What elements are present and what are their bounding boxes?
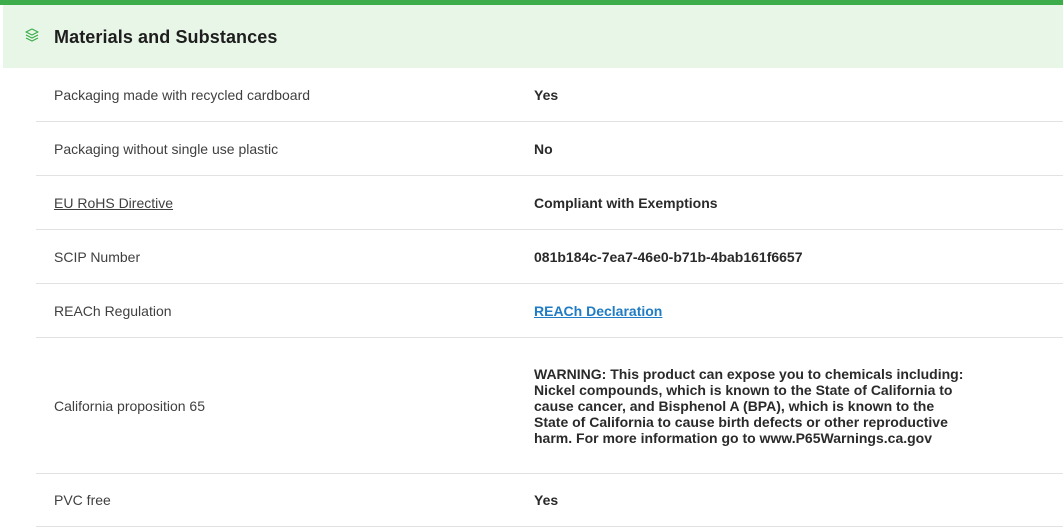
scip-number-value: 081b184c-7ea7-46e0-b71b-4bab161f6657: [534, 248, 803, 265]
row-label: PVC free: [54, 492, 111, 508]
row-value: Yes: [534, 492, 559, 508]
section-header[interactable]: Materials and Substances: [3, 5, 1063, 68]
row-label: Packaging without single use plastic: [54, 140, 279, 157]
materials-substances-panel: Materials and Substances Packaging made …: [0, 0, 1063, 529]
table-row: California proposition 65 WARNING: This …: [36, 338, 1063, 474]
row-value: No: [534, 140, 553, 157]
section-title: Materials and Substances: [54, 27, 278, 47]
row-label: REACh Regulation: [54, 302, 172, 319]
prop65-warning-text: WARNING: This product can expose you to …: [534, 365, 964, 446]
row-value: Compliant with Exemptions: [534, 194, 718, 211]
reach-declaration-link[interactable]: REACh Declaration: [534, 303, 662, 319]
layers-leaf-icon: [25, 28, 39, 42]
table-row: Packaging without single use plastic No: [36, 122, 1063, 176]
row-value: Yes: [534, 86, 559, 103]
eu-rohs-directive-link[interactable]: EU RoHS Directive: [54, 195, 173, 211]
table-row: REACh Regulation REACh Declaration: [36, 284, 1063, 338]
table-row: PVC free Yes: [36, 474, 1063, 527]
table-row: Packaging made with recycled cardboard Y…: [36, 68, 1063, 122]
table-row: SCIP Number 081b184c-7ea7-46e0-b71b-4bab…: [36, 230, 1063, 284]
table-row: EU RoHS Directive Compliant with Exempti…: [36, 176, 1063, 230]
row-label: California proposition 65: [54, 397, 205, 414]
row-label: SCIP Number: [54, 248, 141, 265]
row-label: Packaging made with recycled cardboard: [54, 86, 311, 103]
attribute-table: Packaging made with recycled cardboard Y…: [36, 68, 1063, 527]
